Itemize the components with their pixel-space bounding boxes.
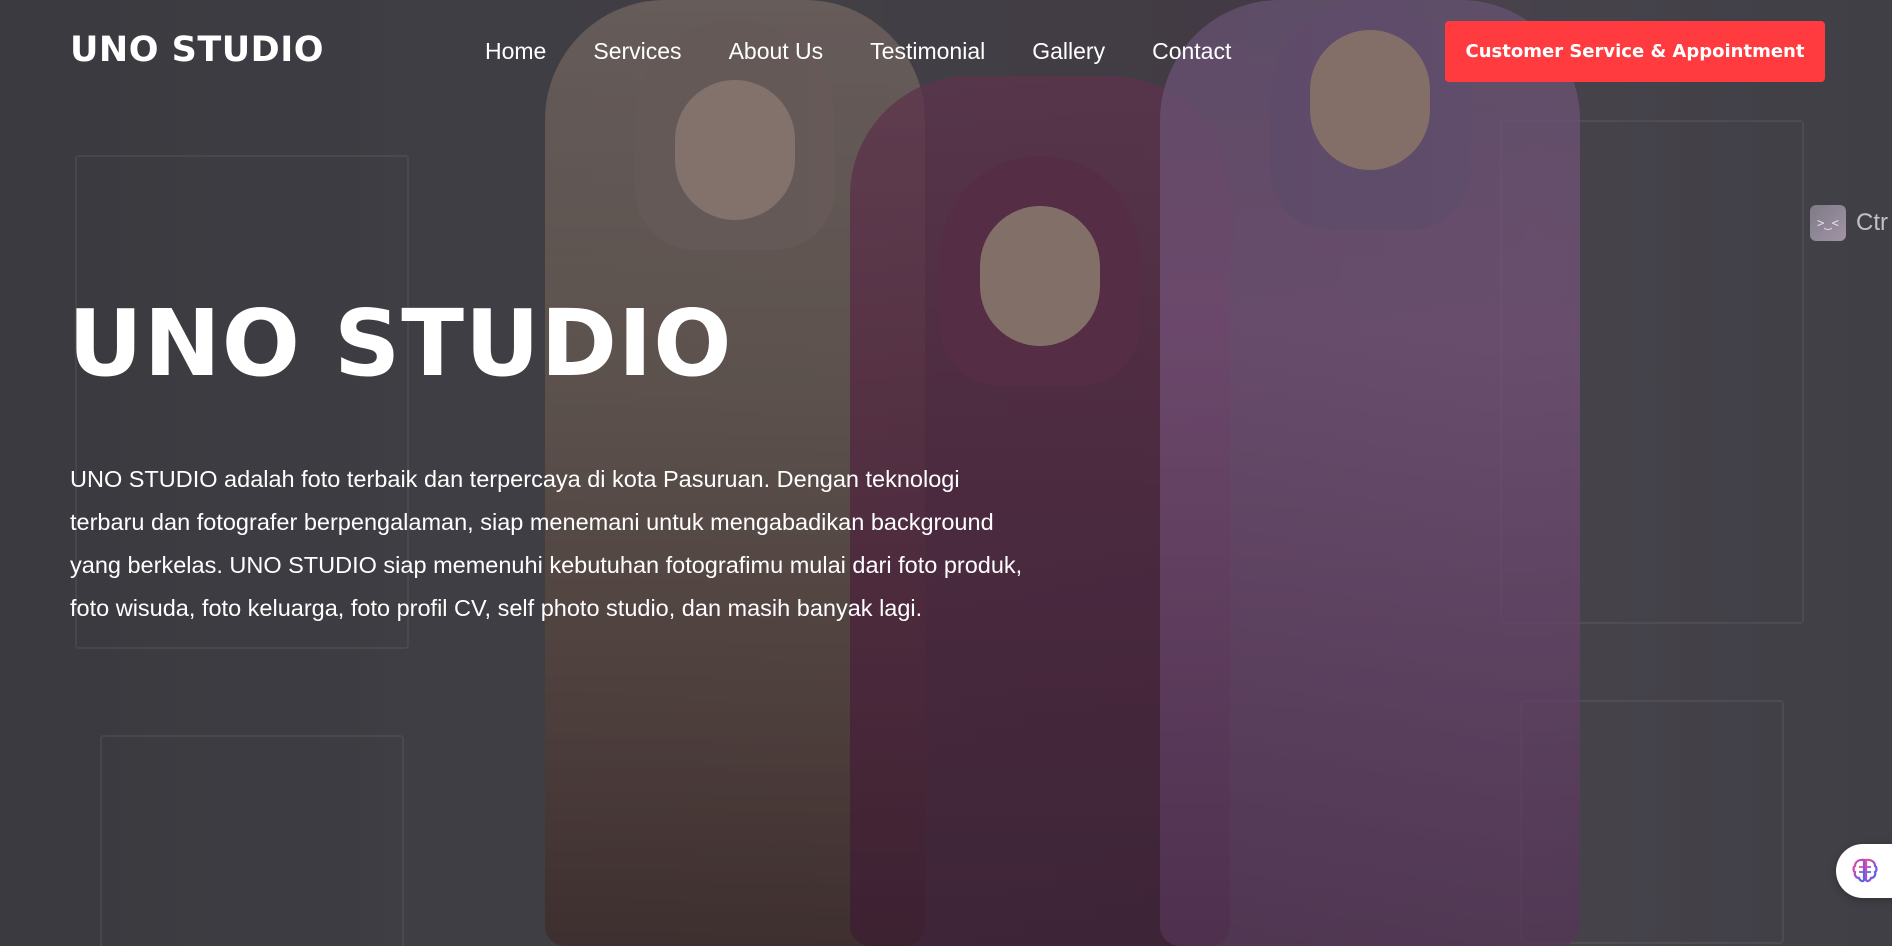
brain-icon xyxy=(1850,856,1880,886)
terminal-face-icon: >‿< xyxy=(1810,205,1846,241)
nav-link-home[interactable]: Home xyxy=(485,38,546,65)
side-shortcut-widget[interactable]: >‿< Ctr xyxy=(1810,205,1888,241)
nav-link-about-us[interactable]: About Us xyxy=(729,38,824,65)
customer-service-appointment-button[interactable]: Customer Service & Appointment xyxy=(1445,21,1825,82)
nav-link-gallery[interactable]: Gallery xyxy=(1032,38,1105,65)
nav-link-services[interactable]: Services xyxy=(593,38,681,65)
site-logo[interactable]: UNO STUDIO xyxy=(70,30,324,70)
hero-section: UNO STUDIO Home Services About Us Testim… xyxy=(0,0,1892,946)
side-widget-label: Ctr xyxy=(1856,209,1888,236)
top-navbar: UNO STUDIO Home Services About Us Testim… xyxy=(0,0,1892,104)
nav-link-testimonial[interactable]: Testimonial xyxy=(870,38,985,65)
hero-title: UNO STUDIO xyxy=(68,290,733,397)
floating-assistant-button[interactable] xyxy=(1836,844,1892,898)
hero-description: UNO STUDIO adalah foto terbaik dan terpe… xyxy=(70,466,1023,621)
nav-link-contact[interactable]: Contact xyxy=(1152,38,1231,65)
main-menu: Home Services About Us Testimonial Galle… xyxy=(485,38,1278,65)
